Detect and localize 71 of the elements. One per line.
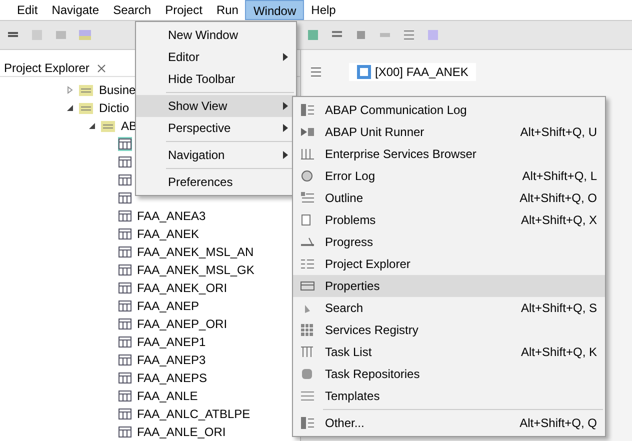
tree-item[interactable]: FAA_ANLE_ORI (136, 425, 227, 439)
list-icon (300, 345, 314, 359)
tool-icon[interactable] (354, 28, 368, 42)
menu-item[interactable]: ABAP Communication Log (293, 99, 605, 121)
tree-item[interactable]: FAA_ANLE (136, 389, 199, 403)
collapsed-arrow-icon[interactable] (66, 86, 74, 94)
menu-item[interactable]: Project (158, 0, 210, 20)
tool-icon[interactable] (54, 28, 68, 42)
menu-item[interactable]: Task List Alt+Shift+Q, K (293, 341, 605, 363)
log-icon (300, 103, 314, 117)
play-icon (300, 125, 314, 139)
grid-icon (300, 323, 314, 337)
menu-item[interactable]: Search (106, 0, 158, 20)
tree-item[interactable]: FAA_ANEPS (136, 371, 208, 385)
menu-item[interactable]: Properties (293, 275, 605, 297)
expanded-arrow-icon[interactable] (66, 104, 74, 112)
tool-icon[interactable] (402, 28, 416, 42)
rounded-square-icon (300, 367, 314, 381)
circle-icon (300, 169, 314, 183)
menu-item[interactable]: Window (245, 0, 304, 20)
menu-item[interactable]: Task Repositories (293, 363, 605, 385)
list-icon (300, 257, 314, 271)
menu-item[interactable]: Navigate (44, 0, 106, 20)
tree-item[interactable]: Busine (98, 83, 137, 97)
menu-item[interactable]: Outline Alt+Shift+Q, O (293, 187, 605, 209)
menu-item[interactable]: Perspective (136, 117, 296, 139)
menu-item[interactable]: Project Explorer (293, 253, 605, 275)
tree-item[interactable]: FAA_ANEP1 (136, 335, 207, 349)
menu-item[interactable]: Services Registry (293, 319, 605, 341)
tree-item[interactable]: FAA_ANEK_MSL_AN (136, 245, 255, 259)
list-icon (311, 66, 321, 78)
menu-item[interactable]: Progress (293, 231, 605, 253)
menu-item[interactable]: Enterprise Services Browser (293, 143, 605, 165)
columns-icon (300, 147, 314, 161)
tree-item[interactable]: FAA_ANLC_ATBLPE (136, 407, 252, 421)
menu-item[interactable]: Problems Alt+Shift+Q, X (293, 209, 605, 231)
outline-icon (300, 191, 314, 205)
menu-item[interactable]: ABAP Unit Runner Alt+Shift+Q, U (293, 121, 605, 143)
menu-item[interactable]: Templates (293, 385, 605, 407)
tree-item[interactable]: FAA_ANEP_ORI (136, 317, 228, 331)
tree-item[interactable]: FAA_ANEP3 (136, 353, 207, 367)
editor-tab[interactable]: [X00] FAA_ANEK (349, 63, 476, 81)
package-icon (78, 83, 94, 97)
tool-icon[interactable] (426, 28, 440, 42)
menu-item[interactable]: Run (209, 0, 246, 20)
menu-item[interactable]: Show View (136, 95, 296, 117)
close-icon (97, 64, 106, 72)
tree-item[interactable]: FAA_ANEP (136, 299, 200, 313)
menu-item[interactable]: Navigation (136, 144, 296, 166)
menu-item[interactable]: Editor (136, 46, 296, 68)
view-tab[interactable]: Project Explorer (4, 61, 90, 75)
log-icon (300, 416, 314, 430)
menu-item[interactable]: Other... Alt+Shift+Q, Q (293, 412, 605, 434)
menu-item[interactable]: New Window (136, 24, 296, 46)
folder-icon[interactable] (78, 28, 92, 42)
menu-item[interactable]: Hide Toolbar (136, 68, 296, 90)
tree-item[interactable]: FAA_ANEK_ORI (136, 281, 228, 295)
tree-item[interactable]: Dictio (98, 101, 130, 115)
package-icon (78, 101, 94, 115)
tree-item[interactable]: FAA_ANEK_MSL_GK (136, 263, 256, 277)
expanded-arrow-icon[interactable] (88, 122, 96, 130)
progress-icon (300, 235, 314, 249)
tree-item[interactable]: FAA_ANEA3 (136, 209, 207, 223)
package-icon (100, 119, 116, 133)
menu-item[interactable]: Edit (10, 0, 45, 20)
tree-item[interactable]: FAA_ANEK (136, 227, 200, 241)
menu-item[interactable]: Help (304, 0, 343, 20)
menu-item[interactable]: Error Log Alt+Shift+Q, L (293, 165, 605, 187)
menu-item[interactable]: Search Alt+Shift+Q, S (293, 297, 605, 319)
lines-icon (300, 389, 314, 403)
menu-item[interactable]: Preferences (136, 171, 296, 193)
